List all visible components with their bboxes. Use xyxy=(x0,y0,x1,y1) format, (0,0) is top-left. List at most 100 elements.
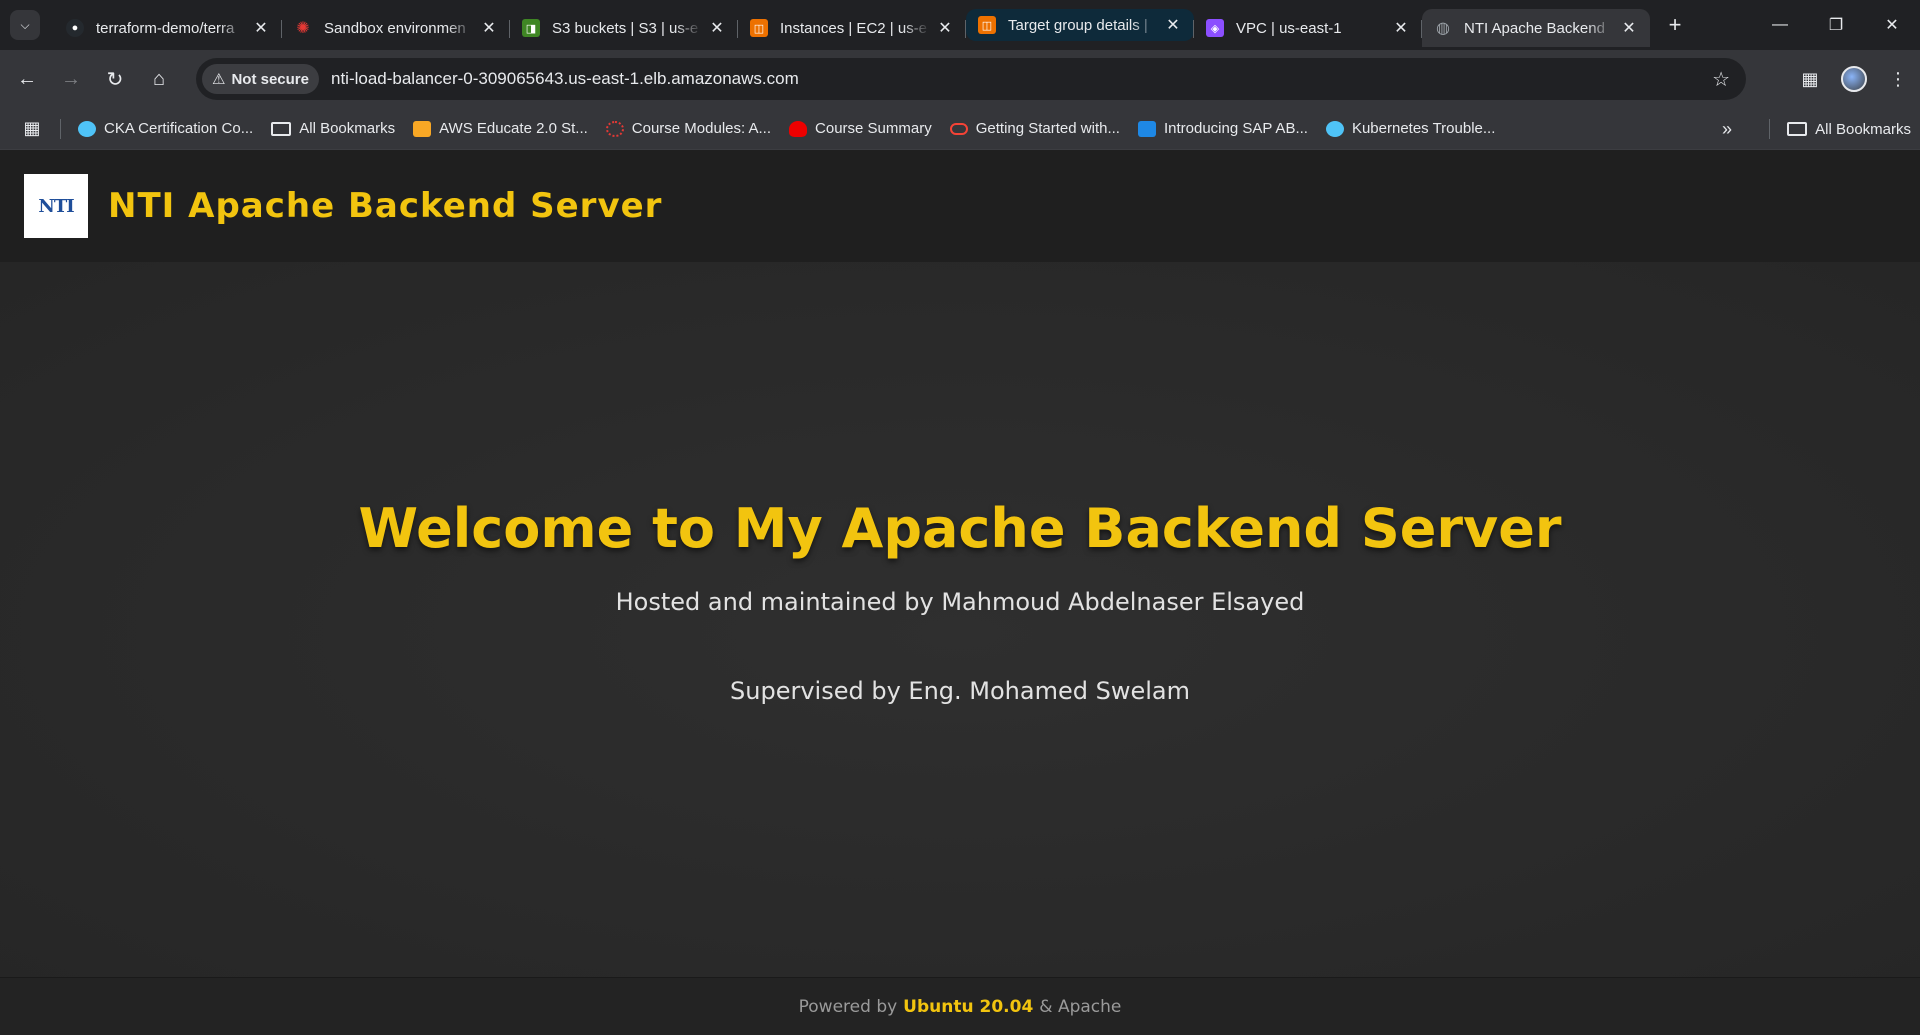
supervised-by-text: Supervised by Eng. Mohamed Swelam xyxy=(730,677,1190,705)
hero-section xyxy=(0,262,1920,977)
more-bookmarks-button[interactable]: » xyxy=(1722,114,1732,144)
hosted-by-text: Hosted and maintained by Mahmoud Abdelna… xyxy=(615,588,1305,616)
tab-item[interactable]: ◫ Instances | EC2 | us-e ✕ xyxy=(737,9,966,47)
globe-icon: ◍ xyxy=(1436,20,1450,37)
bookmark-item[interactable]: Getting Started with... xyxy=(941,114,1129,144)
bookmark-item[interactable]: AWS Educate 2.0 St... xyxy=(404,114,597,144)
tab-item[interactable]: ◈ VPC | us-east-1 ✕ xyxy=(1193,9,1422,47)
home-icon: ⌂ xyxy=(152,67,166,90)
nti-logo: NTI xyxy=(24,174,88,238)
tab-title: S3 buckets | S3 | us-e xyxy=(552,19,699,37)
tab-title: Sandbox environmen xyxy=(324,19,466,37)
close-icon[interactable]: ✕ xyxy=(1392,18,1410,38)
close-icon[interactable]: ✕ xyxy=(708,18,726,38)
folder-icon xyxy=(1787,122,1808,136)
plus-icon: + xyxy=(1668,12,1682,37)
site-title: NTI Apache Backend Server xyxy=(108,186,663,226)
star-icon[interactable]: ☆ xyxy=(1712,67,1730,92)
site-footer: Powered by Ubuntu 20.04 & Apache xyxy=(0,977,1920,1035)
bookmark-item[interactable]: Kubernetes Trouble... xyxy=(1317,114,1504,144)
web-page: NTI NTI Apache Backend Server Welcome to… xyxy=(0,150,1920,1035)
folder-icon xyxy=(271,121,292,136)
tab-title: NTI Apache Backend xyxy=(1464,19,1605,37)
sap-icon xyxy=(1137,120,1156,137)
all-bookmarks-area: All Bookmarks xyxy=(1761,114,1920,144)
tab-search-button[interactable]: ⌵ xyxy=(10,10,40,40)
close-icon: ✕ xyxy=(1885,17,1899,34)
url-text[interactable]: nti-load-balancer-0-309065643.us-east-1.… xyxy=(331,69,799,89)
close-icon[interactable]: ✕ xyxy=(936,18,954,38)
reload-icon: ↻ xyxy=(106,68,124,91)
box-icon xyxy=(413,120,432,137)
warning-icon: ⚠ xyxy=(212,71,226,88)
minimize-button[interactable]: — xyxy=(1752,0,1808,50)
footer-highlight: Ubuntu 20.04 xyxy=(903,996,1034,1017)
tab-item[interactable]: ✺ Sandbox environmen ✕ xyxy=(281,9,510,47)
bookmark-item[interactable]: Introducing SAP AB... xyxy=(1129,114,1317,144)
forward-button[interactable]: → xyxy=(54,62,88,96)
bookmark-label: AWS Educate 2.0 St... xyxy=(439,120,588,137)
bookmark-item[interactable]: Course Modules: A... xyxy=(597,114,780,144)
home-button[interactable]: ⌂ xyxy=(142,62,176,96)
divider xyxy=(1769,119,1771,139)
vpc-icon: ◈ xyxy=(1206,19,1224,37)
apps-button[interactable]: ▦ xyxy=(12,118,52,139)
restore-button[interactable]: ❐ xyxy=(1808,0,1864,50)
site-header: NTI NTI Apache Backend Server xyxy=(0,150,1920,262)
logo-text: NTI xyxy=(38,195,74,217)
tab-item-active[interactable]: ◍ NTI Apache Backend ✕ xyxy=(1421,9,1650,47)
profile-button[interactable] xyxy=(1832,66,1876,92)
all-bookmarks-button[interactable]: All Bookmarks xyxy=(1778,114,1920,144)
tab-title: Instances | EC2 | us-e xyxy=(780,19,928,37)
github-icon: ● xyxy=(66,19,84,37)
tab-title: Target group details | xyxy=(1008,16,1148,34)
grid-icon: ▦ xyxy=(23,118,41,138)
close-icon[interactable]: ✕ xyxy=(252,18,270,38)
tab-item[interactable]: ● terraform-demo/terra ✕ xyxy=(54,9,282,47)
window-controls: — ❐ ✕ xyxy=(1752,0,1920,50)
tab-strip: ⌵ ● terraform-demo/terra ✕ ✺ Sandbox env… xyxy=(0,0,1920,50)
avatar xyxy=(1841,66,1867,92)
bookmark-label: Kubernetes Trouble... xyxy=(1351,120,1496,137)
footer-suffix: & Apache xyxy=(1039,996,1122,1017)
tab-list: ● terraform-demo/terra ✕ ✺ Sandbox envir… xyxy=(54,0,1650,50)
cloud-icon xyxy=(1325,120,1344,137)
bookmark-folder[interactable]: All Bookmarks xyxy=(262,114,404,144)
redhat-gear-icon: ✺ xyxy=(296,20,310,37)
security-chip[interactable]: ⚠ Not secure xyxy=(202,64,319,94)
double-chevron-right-icon: » xyxy=(1721,118,1732,139)
bookmark-label: All Bookmarks xyxy=(1815,120,1911,138)
menu-button[interactable]: ⋮ xyxy=(1876,69,1920,90)
browser-toolbar: ← → ↻ ⌂ ⚠ Not secure nti-load-balancer-0… xyxy=(0,50,1920,108)
restore-icon: ❐ xyxy=(1828,17,1844,34)
bookmarks-bar: ▦ CKA Certification Co... All Bookmarks … xyxy=(0,108,1920,150)
bookmark-label: Course Summary xyxy=(815,120,932,137)
minimize-icon: — xyxy=(1772,16,1788,33)
close-icon[interactable]: ✕ xyxy=(1164,15,1182,35)
tab-title: terraform-demo/terra xyxy=(96,19,235,37)
back-button[interactable]: ← xyxy=(10,62,44,96)
welcome-heading: Welcome to My Apache Backend Server xyxy=(358,497,1562,560)
bookmark-item[interactable]: Course Summary xyxy=(780,114,941,144)
redhat-icon xyxy=(789,120,808,137)
new-tab-button[interactable]: + xyxy=(1660,10,1690,40)
bookmark-label: Getting Started with... xyxy=(975,120,1120,137)
footer-prefix: Powered by xyxy=(798,996,898,1017)
reload-button[interactable]: ↻ xyxy=(98,62,132,96)
tab-item[interactable]: ◨ S3 buckets | S3 | us-e ✕ xyxy=(509,9,738,47)
close-window-button[interactable]: ✕ xyxy=(1864,0,1920,50)
extensions-button[interactable]: ▦ xyxy=(1788,69,1832,90)
address-bar[interactable]: ⚠ Not secure nti-load-balancer-0-3090656… xyxy=(196,58,1746,100)
oracle-icon xyxy=(949,122,968,135)
bookmark-label: CKA Certification Co... xyxy=(104,120,254,137)
arrow-right-icon: → xyxy=(61,67,81,90)
bookmark-label: Course Modules: A... xyxy=(631,120,772,137)
close-icon[interactable]: ✕ xyxy=(480,18,498,38)
bookmark-item[interactable]: CKA Certification Co... xyxy=(69,114,262,144)
bookmark-label: All Bookmarks xyxy=(299,120,396,137)
tab-item[interactable]: ◫ Target group details | ✕ xyxy=(965,9,1194,41)
divider xyxy=(60,118,61,139)
toolbar-actions: ▦ ⋮ xyxy=(1788,50,1920,108)
close-icon[interactable]: ✕ xyxy=(1620,18,1638,38)
s3-icon: ◨ xyxy=(522,19,540,37)
